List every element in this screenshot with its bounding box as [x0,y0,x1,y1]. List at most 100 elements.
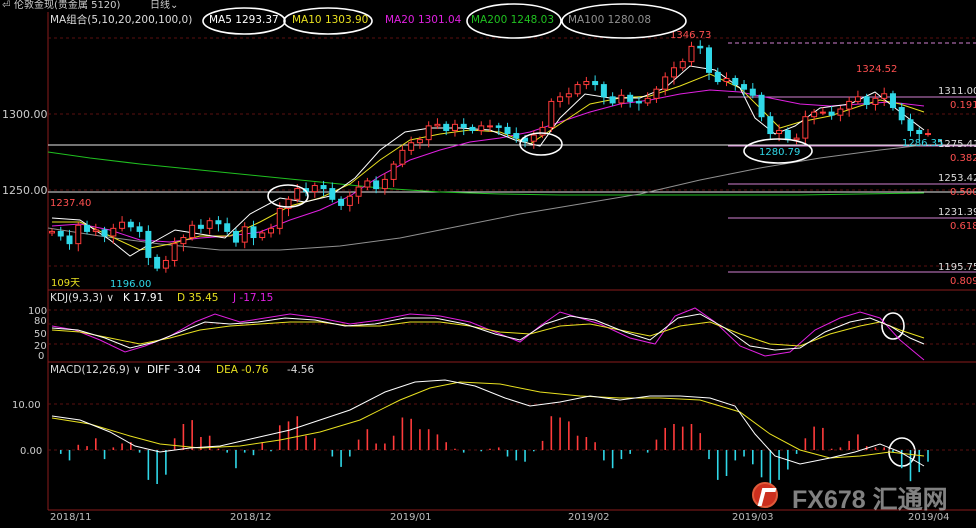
candle-body[interactable] [215,220,222,225]
candle-body[interactable] [688,45,695,63]
candle-body[interactable] [662,76,669,90]
candle-body[interactable] [846,100,853,110]
candle-body[interactable] [565,93,572,98]
candle-body[interactable] [425,125,432,141]
candle-body[interactable] [723,77,730,83]
candle-body[interactable] [320,185,327,190]
candle-body[interactable] [530,134,537,142]
candle-body[interactable] [767,116,774,135]
candle-body[interactable] [443,123,450,131]
candle-body[interactable] [749,88,756,96]
candle-body[interactable] [618,94,625,104]
candle-body[interactable] [487,125,493,128]
candle-body[interactable] [635,100,642,104]
candle-body[interactable] [583,81,590,86]
candle-body[interactable] [66,235,73,245]
candle-body[interactable] [802,116,809,139]
candle-body[interactable] [574,84,581,95]
candle-body[interactable] [189,224,196,239]
candle-body[interactable] [837,108,844,116]
candle-body[interactable] [898,107,905,121]
candle-body[interactable] [732,77,739,86]
candle-body[interactable] [127,221,134,228]
candle-body[interactable] [758,94,765,118]
candle-body[interactable] [889,93,896,109]
candle-body[interactable] [854,96,861,102]
candle-body[interactable] [679,61,686,69]
candle-body[interactable] [828,111,835,116]
candle-body[interactable] [136,226,143,232]
candle-body[interactable] [276,207,283,229]
candle-body[interactable] [872,97,879,105]
candle-body[interactable] [609,96,616,104]
candle-body[interactable] [408,142,415,151]
candle-body[interactable] [355,186,362,197]
candle-body[interactable] [504,126,511,135]
candle-body[interactable] [451,123,458,131]
candle-body[interactable] [338,198,345,206]
candle-body[interactable] [863,96,870,105]
candle-body[interactable] [916,129,923,135]
candle-body[interactable] [241,226,248,243]
candle-body[interactable] [907,119,914,131]
candle-body[interactable] [294,188,301,200]
candle-body[interactable] [364,180,371,188]
candle-body[interactable] [925,133,931,136]
highlight-ellipse [881,312,905,340]
candle-body[interactable] [84,224,91,232]
candle-body[interactable] [819,111,826,114]
candle-body[interactable] [311,185,318,193]
candle-body[interactable] [460,123,467,128]
candle-body[interactable] [110,227,117,237]
candle-body[interactable] [268,227,274,234]
candle-body[interactable] [881,93,888,99]
candle-body[interactable] [469,126,476,131]
candle-body[interactable] [741,84,748,90]
candle-body[interactable] [644,97,651,104]
candle-body[interactable] [495,125,502,128]
candle-body[interactable] [206,220,213,229]
candle-body[interactable] [627,94,634,102]
candle-body[interactable] [92,229,99,232]
candle-body[interactable] [57,230,64,237]
candle-body[interactable] [548,100,555,128]
candle-body[interactable] [670,67,677,78]
candle-body[interactable] [180,237,187,245]
candle-body[interactable] [250,226,257,239]
candle-body[interactable] [346,195,353,206]
candle-body[interactable] [162,259,169,269]
candle-body[interactable] [592,81,599,86]
candle-body[interactable] [373,180,380,190]
candle-body[interactable] [232,230,239,243]
candle-body[interactable] [119,221,126,229]
candle-body[interactable] [49,230,55,234]
candle-body[interactable] [197,224,204,229]
candle-body[interactable] [416,139,423,144]
candle-body[interactable] [101,229,108,237]
candle-body[interactable] [600,84,607,98]
candle-body[interactable] [381,178,388,190]
candle-body[interactable] [513,133,520,139]
candle-body[interactable] [706,47,712,73]
candle-body[interactable] [784,129,791,141]
candle-body[interactable] [259,232,266,239]
candle-body[interactable] [776,129,783,135]
candle-body[interactable] [434,123,441,127]
candle-body[interactable] [224,223,231,232]
candle-body[interactable] [653,88,660,99]
chart-canvas[interactable]: 1300.00 1250.00 1311.00 0.191 1275.41 0.… [0,0,976,528]
candle-body[interactable] [145,230,152,258]
candle-body[interactable] [329,188,336,200]
candle-body[interactable] [171,243,178,261]
candle-body[interactable] [154,256,161,269]
candle-body[interactable] [75,224,82,245]
candle-body[interactable] [714,71,721,83]
candle-body[interactable] [793,137,800,141]
candle-body[interactable] [399,149,406,165]
candle-body[interactable] [390,163,397,180]
candle-body[interactable] [811,111,818,118]
fibonacci-levels[interactable]: 1311.00 0.191 1275.41 0.382 1253.42 0.50… [728,42,976,287]
candle-body[interactable] [557,96,564,102]
candle-body[interactable] [697,45,704,49]
candle-body[interactable] [478,125,485,131]
